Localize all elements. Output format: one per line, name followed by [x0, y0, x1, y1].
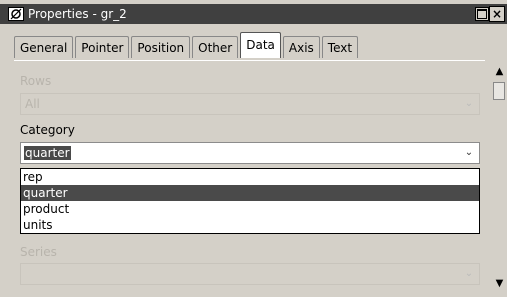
tab-data[interactable]: Data	[240, 32, 281, 58]
caret-down-icon[interactable]: ▼	[492, 276, 507, 292]
rows-value: All	[25, 97, 40, 111]
series-dropdown: ⌄	[20, 263, 480, 285]
scroll-thumb[interactable]	[493, 82, 505, 100]
properties-app-icon	[8, 7, 24, 21]
category-value: quarter	[24, 146, 71, 160]
list-item[interactable]: rep	[21, 169, 479, 185]
series-label: Series	[20, 245, 57, 259]
close-button[interactable]: ×	[489, 6, 505, 22]
list-item[interactable]: quarter	[21, 185, 479, 201]
category-options-list: rep quarter product units	[20, 168, 480, 234]
list-item[interactable]: units	[21, 217, 479, 233]
tab-general[interactable]: General	[14, 36, 74, 58]
window-title: Properties - gr_2	[28, 7, 127, 21]
tab-pointer[interactable]: Pointer	[75, 36, 130, 58]
tab-position[interactable]: Position	[131, 36, 191, 58]
rows-dropdown: All ⌄	[20, 93, 480, 115]
data-tab-panel: Rows All ⌄ Category quarter ⌄ rep quarte…	[14, 60, 485, 297]
vertical-scrollbar[interactable]: ▲ ▼	[492, 62, 507, 296]
tab-strip: General Pointer Position Other Data Axis…	[14, 32, 360, 60]
maximize-button[interactable]	[475, 7, 489, 21]
rows-label: Rows	[20, 74, 52, 88]
list-item[interactable]: product	[21, 201, 479, 217]
tab-axis[interactable]: Axis	[282, 36, 320, 58]
caret-up-icon[interactable]: ▲	[492, 64, 507, 80]
chevron-down-icon[interactable]: ⌄	[461, 145, 477, 161]
chevron-down-icon: ⌄	[464, 268, 474, 279]
chevron-down-icon: ⌄	[464, 98, 474, 109]
category-dropdown[interactable]: quarter ⌄	[20, 142, 480, 164]
tab-other[interactable]: Other	[192, 36, 239, 58]
title-bar[interactable]: Properties - gr_2 ×	[0, 4, 507, 24]
tab-text[interactable]: Text	[321, 36, 359, 58]
category-label: Category	[20, 123, 75, 137]
